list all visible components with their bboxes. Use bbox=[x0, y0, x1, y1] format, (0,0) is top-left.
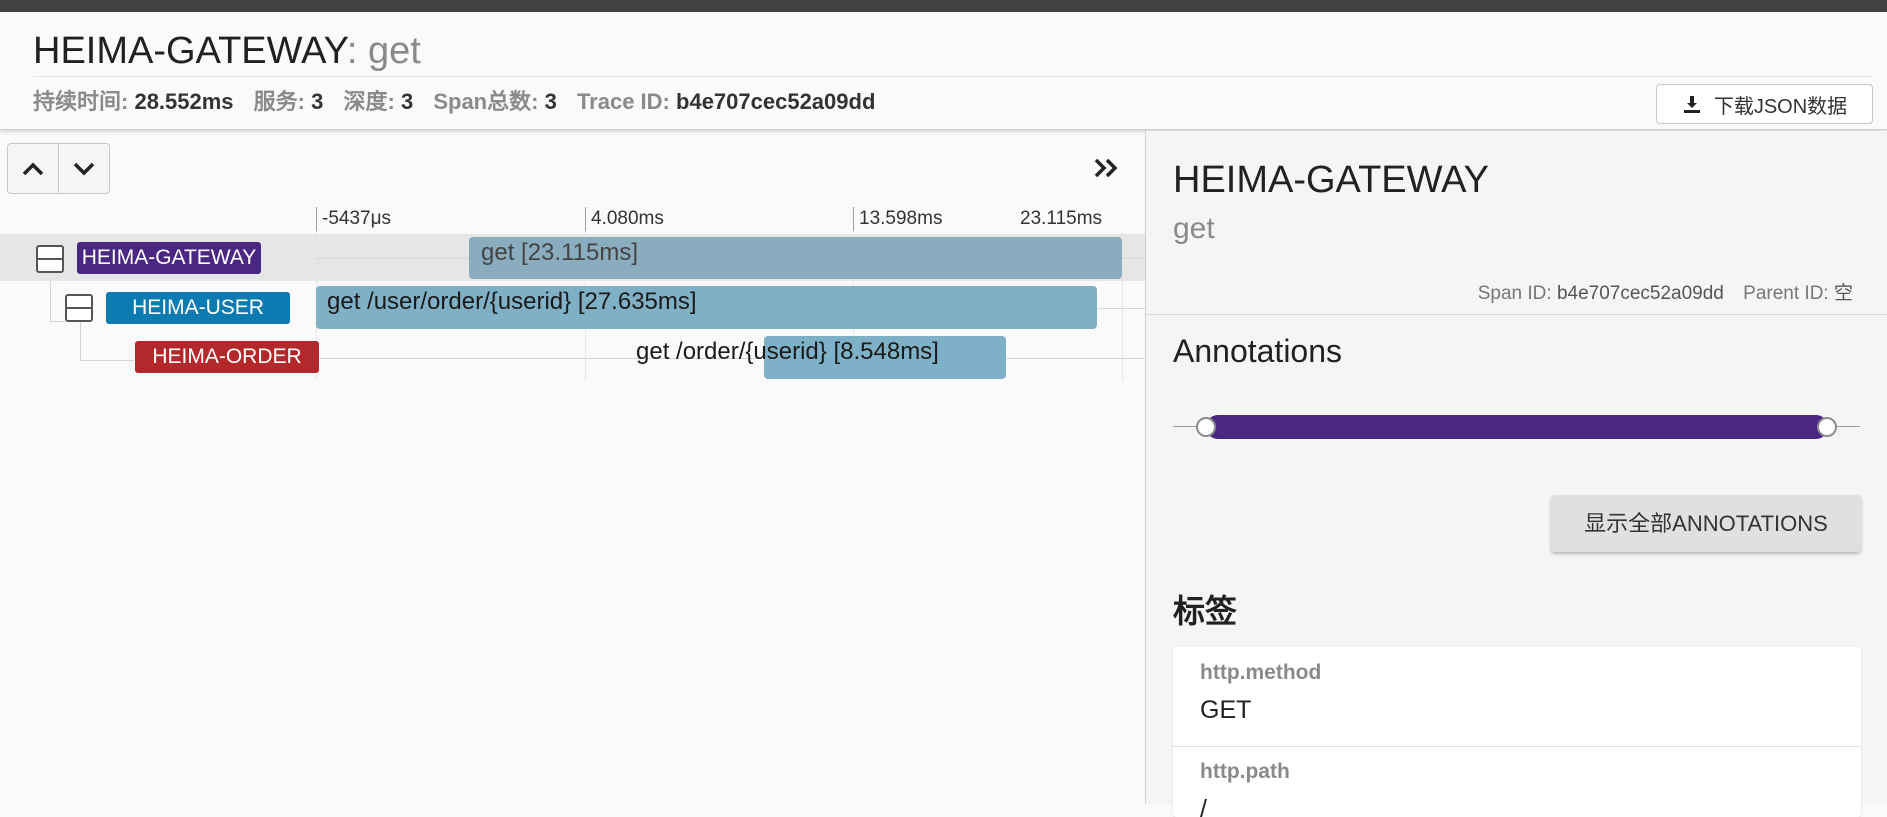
download-icon bbox=[1683, 96, 1700, 113]
stat-duration-label: 持续时间: bbox=[33, 89, 129, 114]
tag-value: GET bbox=[1200, 696, 1252, 724]
annotation-start-marker[interactable] bbox=[1196, 417, 1216, 437]
download-json-label: 下载JSON数据 bbox=[1713, 95, 1848, 118]
span-label-user: get /user/order/{userid} [27.635ms] bbox=[327, 288, 697, 315]
timeline-panel: -5437μs 4.080ms 13.598ms 23.115ms HEIMA-… bbox=[0, 131, 1145, 804]
trace-header: HEIMA-GATEWAY: get 持续时间: 28.552ms 服务: 3 … bbox=[0, 12, 1887, 130]
show-all-annotations-button[interactable]: 显示全部ANNOTATIONS bbox=[1551, 495, 1861, 552]
stat-depth-value: 3 bbox=[400, 89, 414, 114]
detail-service-name: HEIMA-GATEWAY bbox=[1173, 159, 1489, 201]
span-nav-group bbox=[7, 143, 110, 194]
tag-item: http.method GET bbox=[1173, 659, 1861, 727]
tree-connector bbox=[50, 281, 51, 321]
span-ids: Span ID: b4e707cec52a09dd Parent ID: 空 bbox=[1478, 281, 1853, 307]
chevron-up-icon bbox=[22, 162, 43, 175]
stat-depth-label: 深度: bbox=[343, 89, 395, 114]
stat-span-count-value: 3 bbox=[544, 89, 557, 114]
top-bar bbox=[0, 0, 1887, 12]
service-badge-order: HEIMA-ORDER bbox=[135, 341, 319, 373]
span-label-order: get /order/{userid} [8.548ms] bbox=[636, 338, 939, 365]
expand-detail-button[interactable] bbox=[1090, 151, 1124, 185]
tag-key: http.method bbox=[1200, 661, 1322, 684]
title-service: HEIMA-GATEWAY bbox=[33, 30, 347, 72]
stat-span-count-label: Span总数: bbox=[433, 89, 539, 114]
service-badge-gateway: HEIMA-GATEWAY bbox=[77, 242, 261, 274]
stat-services-value: 3 bbox=[311, 89, 324, 114]
stat-trace-id-label: Trace ID: bbox=[576, 89, 670, 114]
annotation-timeline-bar bbox=[1206, 415, 1828, 439]
stat-trace-id-value: b4e707cec52a09dd bbox=[676, 89, 876, 114]
time-tick: -5437μs bbox=[316, 207, 391, 231]
stat-duration-value: 28.552ms bbox=[134, 89, 234, 114]
header-divider bbox=[33, 76, 1873, 77]
chevron-down-icon bbox=[73, 162, 94, 175]
tag-item: http.path / bbox=[1173, 758, 1861, 817]
detail-divider bbox=[1146, 314, 1887, 315]
tree-connector bbox=[50, 321, 66, 322]
annotation-end-marker[interactable] bbox=[1817, 417, 1837, 437]
span-label-gateway: get [23.115ms] bbox=[481, 239, 638, 266]
title-separator: : bbox=[346, 30, 358, 72]
detail-operation-name: get bbox=[1173, 212, 1215, 245]
time-tick: 13.598ms bbox=[853, 207, 942, 231]
time-tick: 23.115ms bbox=[1020, 208, 1103, 229]
annotations-title: Annotations bbox=[1173, 333, 1343, 369]
span-id-label: Span ID: bbox=[1477, 283, 1552, 304]
service-badge-user: HEIMA-USER bbox=[106, 292, 290, 324]
span-detail-panel: HEIMA-GATEWAY get Span ID: b4e707cec52a0… bbox=[1146, 131, 1887, 817]
tag-divider bbox=[1173, 746, 1861, 747]
download-json-button[interactable]: 下载JSON数据 bbox=[1656, 84, 1873, 124]
title-operation: get bbox=[368, 30, 421, 72]
stat-services-label: 服务: bbox=[253, 89, 305, 114]
next-span-button[interactable] bbox=[59, 144, 110, 193]
tags-card: http.method GET http.path / bbox=[1173, 647, 1861, 817]
tree-connector bbox=[80, 321, 81, 361]
time-tick: 4.080ms bbox=[585, 207, 664, 231]
tree-connector bbox=[80, 360, 134, 361]
double-chevron-right-icon bbox=[1094, 158, 1118, 178]
collapse-toggle-user[interactable] bbox=[65, 294, 93, 322]
page-title: HEIMA-GATEWAY: get bbox=[33, 26, 421, 76]
collapse-toggle-gateway[interactable] bbox=[36, 245, 64, 273]
previous-span-button[interactable] bbox=[8, 144, 59, 193]
tag-value: / bbox=[1200, 795, 1207, 817]
trace-stats: 持续时间: 28.552ms 服务: 3 深度: 3 Span总数: 3 Tra… bbox=[33, 87, 889, 117]
tag-key: http.path bbox=[1200, 760, 1290, 783]
parent-id-label: Parent ID: bbox=[1743, 283, 1829, 304]
span-id-value: b4e707cec52a09dd bbox=[1556, 283, 1724, 304]
tags-title: 标签 bbox=[1173, 593, 1238, 629]
parent-id-value: 空 bbox=[1833, 283, 1853, 304]
